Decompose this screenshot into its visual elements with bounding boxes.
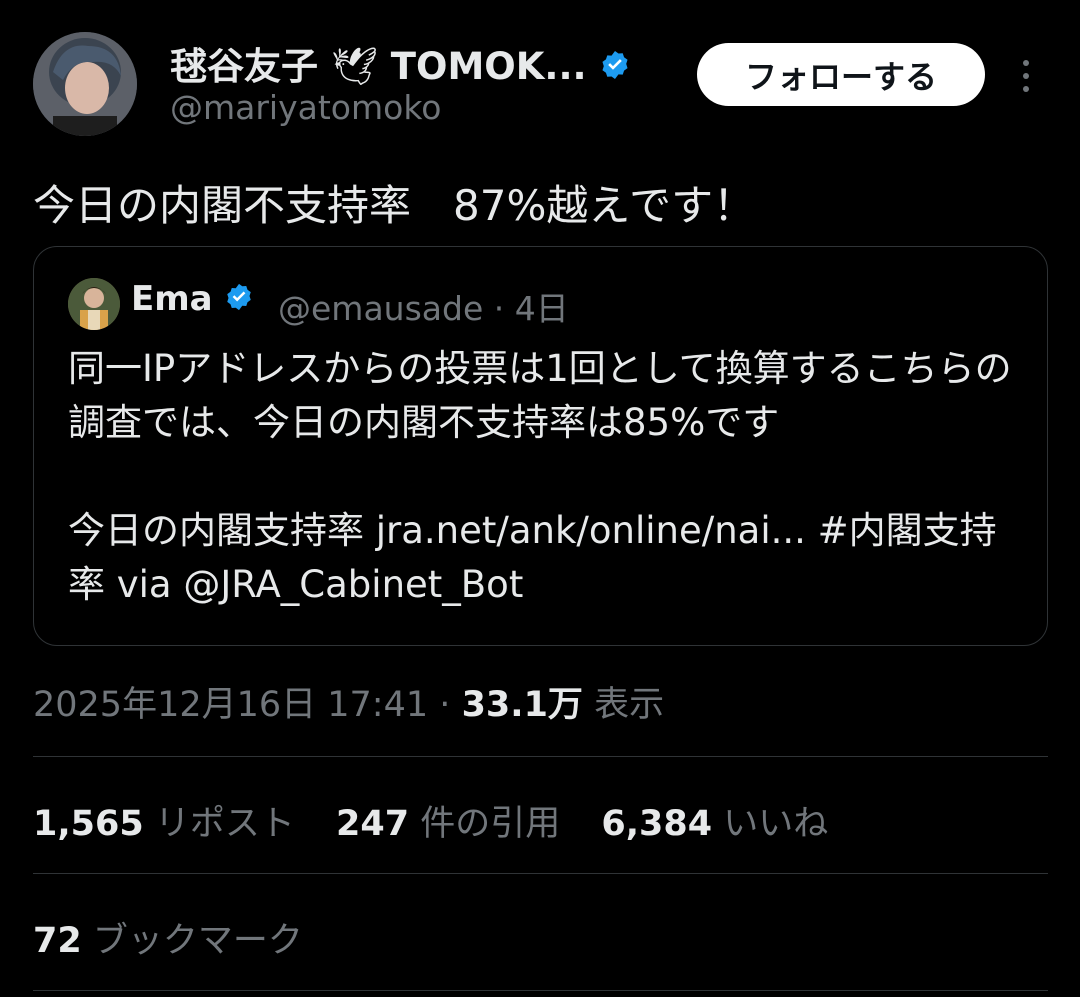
likes-label: いいね xyxy=(723,804,829,844)
quoted-line-2: 今日の内閣支持率 jra.net/ank/online/nai... #内閣支持… xyxy=(68,509,997,606)
meta-separator: · xyxy=(493,289,505,328)
quotes-label: 件の引用 xyxy=(420,804,561,844)
verified-badge-icon xyxy=(599,47,631,90)
quoted-handle: @emausade xyxy=(278,289,484,328)
reposts-stat[interactable]: 1,565 リポスト xyxy=(33,804,306,844)
quotes-count: 247 xyxy=(336,804,410,844)
quoted-tweet[interactable]: Ema @emausade · 4日 同一IPアドレスからの投票は1回として換算… xyxy=(33,246,1048,646)
quoted-age: 4日 xyxy=(514,289,569,328)
author-avatar[interactable] xyxy=(33,32,137,136)
quoted-author-name: Ema xyxy=(131,279,254,321)
engagement-stats: 1,565 リポスト 247 件の引用 6,384 いいね xyxy=(33,795,858,846)
quotes-stat[interactable]: 247 件の引用 xyxy=(336,804,571,844)
timestamp[interactable]: 2025年12月16日 17:41 xyxy=(33,685,428,725)
views-count: 33.1万 xyxy=(461,685,583,725)
follow-button[interactable]: フォローする xyxy=(697,43,985,106)
divider xyxy=(33,873,1048,874)
divider xyxy=(33,990,1048,991)
bookmarks-label: ブックマーク xyxy=(92,921,303,961)
quoted-name-text: Ema xyxy=(131,279,213,319)
quoted-author-avatar xyxy=(68,278,120,330)
bookmarks-stat[interactable]: 72 ブックマーク xyxy=(33,912,303,963)
likes-count: 6,384 xyxy=(601,804,713,844)
more-options-icon[interactable] xyxy=(1016,58,1036,94)
author-display-name[interactable]: 毬谷友子 🕊 TOMOK... xyxy=(170,36,631,90)
quoted-body: 同一IPアドレスからの投票は1回として換算するこちらの調査では、今日の内閣不支持… xyxy=(68,342,1018,612)
tweet-timestamp-row: 2025年12月16日 17:41 · 33.1万 表示 xyxy=(33,676,664,727)
bookmarks-count: 72 xyxy=(33,921,82,961)
reposts-label: リポスト xyxy=(154,804,295,844)
quoted-meta: @emausade · 4日 xyxy=(278,282,569,330)
author-handle[interactable]: @mariyatomoko xyxy=(170,88,441,127)
likes-stat[interactable]: 6,384 いいね xyxy=(601,804,828,844)
divider xyxy=(33,756,1048,757)
views-label: 表示 xyxy=(594,685,665,725)
author-name-suffix: TOMOK... xyxy=(390,45,587,88)
dove-emoji: 🕊 xyxy=(330,45,378,88)
reposts-count: 1,565 xyxy=(33,804,144,844)
author-name: 毬谷友子 xyxy=(170,45,318,88)
quoted-line-1: 同一IPアドレスからの投票は1回として換算するこちらの調査では、今日の内閣不支持… xyxy=(68,347,1012,444)
verified-badge-icon xyxy=(224,281,254,321)
meta-separator: · xyxy=(439,685,451,725)
tweet-text: 今日の内閣不支持率 87%越えです！ xyxy=(33,181,756,230)
